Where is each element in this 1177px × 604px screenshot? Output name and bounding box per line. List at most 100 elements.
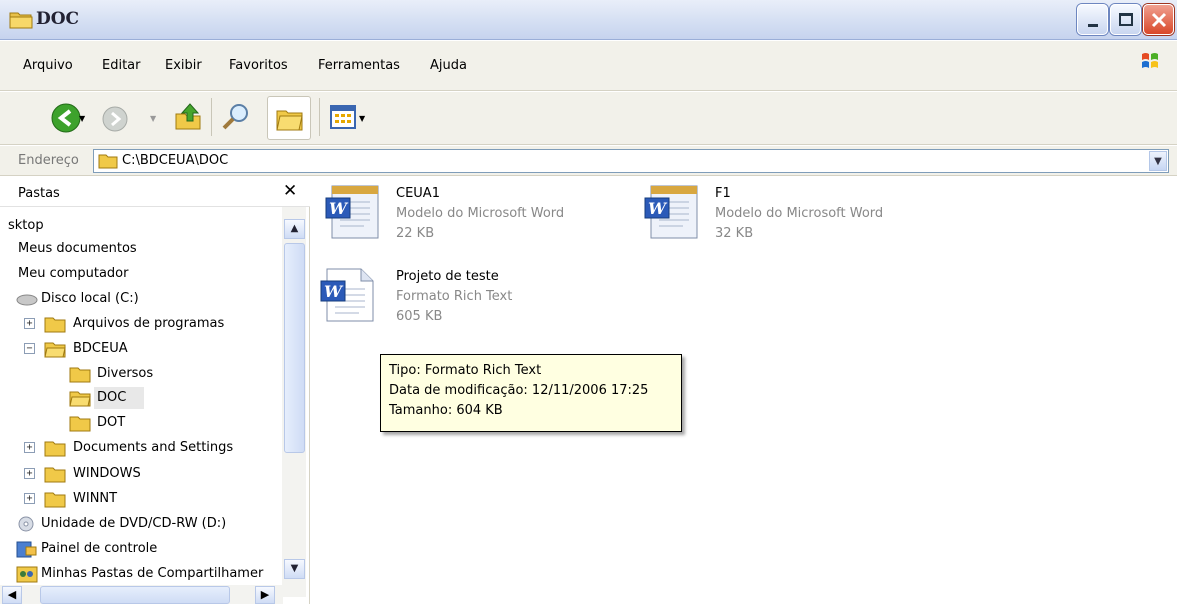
folders-button[interactable] [267,96,311,140]
tree-item-label: Documents and Settings [73,440,234,455]
tree-item-label: WINNT [73,491,118,506]
tree-item-meu-computador[interactable]: Meu computador [0,263,280,285]
file-item-f1[interactable]: W F1 Modelo do Microsoft Word 32 KB [641,182,941,252]
folders-icon [276,110,303,131]
file-type: Modelo do Microsoft Word [396,206,565,221]
tree-item-minhas-pastas[interactable]: Minhas Pastas de Compartilhamer [0,563,280,585]
menu-exibir[interactable]: Exibir [165,58,202,73]
menu-bar: Arquivo Editar Exibir Favoritos Ferramen… [0,41,1177,91]
file-size: 605 KB [396,309,443,324]
address-dropdown-button[interactable]: ▼ [1149,151,1167,171]
scroll-right-icon[interactable]: ▶ [255,586,275,604]
menu-editar[interactable]: Editar [102,58,141,73]
address-input[interactable]: C:\BDCEUA\DOC ▼ [93,149,1169,173]
file-item-ceua1[interactable]: W CEUA1 Modelo do Microsoft Word 22 KB [322,182,622,252]
svg-text:W: W [329,199,349,218]
close-icon[interactable]: ✕ [283,181,297,201]
expand-icon[interactable]: + [24,468,35,479]
folder-icon [69,416,91,432]
maximize-icon [1119,13,1133,26]
folders-horizontal-scrollbar[interactable]: ◀ ▶ [0,585,283,604]
forward-dropdown-icon[interactable]: ▼ [150,114,156,123]
back-dropdown-icon[interactable]: ▼ [79,114,85,123]
tree-item-dvd-drive[interactable]: Unidade de DVD/CD-RW (D:) [0,513,280,535]
folder-icon [44,492,66,508]
maximize-button[interactable] [1110,4,1141,35]
toolbar: ▼ ▼ ▼ [0,92,1177,145]
menu-ferramentas[interactable]: Ferramentas [318,58,400,73]
tree-item-label: Minhas Pastas de Compartilhamer [41,566,264,581]
folder-open-icon [44,342,66,358]
windows-logo-icon [1142,53,1158,68]
menu-ajuda[interactable]: Ajuda [430,58,467,73]
toolbar-separator [319,98,320,136]
views-dropdown-icon[interactable]: ▼ [359,114,365,123]
menu-arquivo[interactable]: Arquivo [23,58,73,73]
cd-drive-icon [18,516,34,532]
file-size: 32 KB [715,226,754,241]
folder-icon [69,367,91,383]
control-panel-icon [16,541,37,558]
scroll-left-icon[interactable]: ◀ [2,586,22,604]
address-value: C:\BDCEUA\DOC [122,153,229,168]
window-title: DOC [36,9,80,29]
file-item-projeto-de-teste[interactable]: W Projeto de teste Formato Rich Text 605… [317,265,617,335]
tree-item-label: Diversos [97,366,154,381]
shared-folder-icon [16,566,38,583]
tree-item-label: Painel de controle [41,541,158,556]
word-template-icon: W [644,185,698,239]
tree-item-desktop[interactable]: sktop [0,215,280,237]
tree-item-arquivos-de-programas[interactable]: + Arquivos de programas [0,313,280,335]
file-info-tooltip: Tipo: Formato Rich Text Data de modifica… [380,354,682,432]
scroll-down-icon[interactable]: ▼ [284,559,305,579]
collapse-icon[interactable]: − [24,343,35,354]
tree-item-painel-de-controle[interactable]: Painel de controle [0,538,280,560]
tree-item-diversos[interactable]: Diversos [0,363,280,385]
folder-icon [44,441,66,457]
tree-item-dot[interactable]: DOT [0,412,280,434]
svg-text:W: W [324,282,344,301]
file-name: F1 [715,186,731,201]
folder-icon [98,154,118,169]
file-type: Modelo do Microsoft Word [715,206,884,221]
tree-item-doc[interactable]: DOC [0,387,280,409]
back-icon[interactable] [50,102,82,134]
folder-icon [44,317,66,333]
tree-item-label: Meus documentos [18,241,137,256]
file-name: Projeto de teste [396,269,499,284]
tree-item-meus-documentos[interactable]: Meus documentos [0,238,280,260]
close-button[interactable] [1143,4,1174,35]
minimize-icon [1088,24,1098,27]
scroll-thumb[interactable] [284,243,305,453]
scroll-thumb[interactable] [40,586,230,604]
expand-icon[interactable]: + [24,493,35,504]
chevron-down-icon: ▼ [1154,156,1162,167]
tree-item-label: BDCEUA [73,341,128,356]
tree-item-label: Disco local (C:) [41,291,139,306]
tree-item-disco-local[interactable]: Disco local (C:) [0,288,280,310]
tree-item-documents-and-settings[interactable]: + Documents and Settings [0,437,280,459]
search-icon[interactable] [221,102,251,132]
tree-item-label: DOC [97,390,127,405]
tree-item-winnt[interactable]: + WINNT [0,488,280,510]
views-icon[interactable] [330,105,356,129]
tooltip-size: Tamanho: 604 KB [389,403,503,418]
file-name: CEUA1 [396,186,440,201]
close-icon [1151,12,1167,28]
tree-item-label: Arquivos de programas [73,316,225,331]
up-folder-icon[interactable] [173,102,203,132]
tree-item-bdceua[interactable]: − BDCEUA [0,338,280,360]
folders-vertical-scrollbar[interactable]: ▲ ▼ [282,207,306,597]
minimize-button[interactable] [1077,4,1108,35]
menu-favoritos[interactable]: Favoritos [229,58,288,73]
tooltip-modified: Data de modificação: 12/11/2006 17:25 [389,383,649,398]
scroll-up-icon[interactable]: ▲ [284,219,305,239]
tree-item-label: Meu computador [18,266,129,281]
folders-header: Pastas ✕ [0,177,310,207]
forward-icon[interactable] [101,105,129,133]
tree-item-windows[interactable]: + WINDOWS [0,463,280,485]
tree-item-label: Unidade de DVD/CD-RW (D:) [41,516,227,531]
expand-icon[interactable]: + [24,442,35,453]
folder-icon [9,12,33,29]
expand-icon[interactable]: + [24,318,35,329]
